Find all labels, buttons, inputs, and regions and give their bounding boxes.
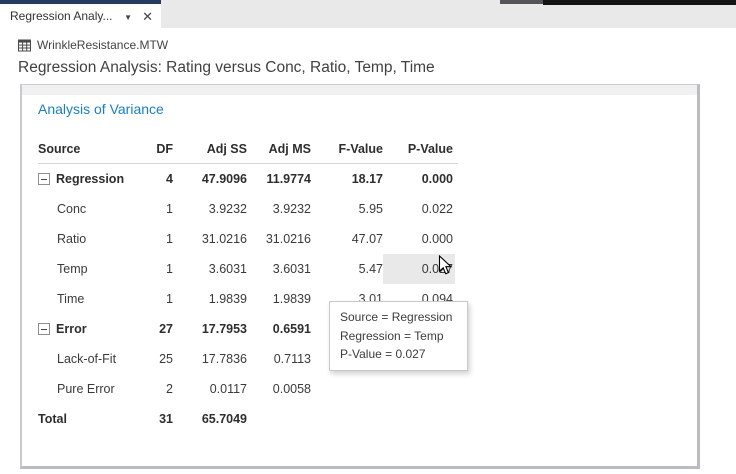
adj-ss-cell[interactable]: 3.9232 (173, 194, 247, 224)
source-cell[interactable]: Temp (38, 262, 138, 276)
window-edge-bar (543, 0, 736, 5)
minitab-output-window: Regression Analy... ▼ ✕ WrinkleResistanc… (0, 0, 736, 474)
source-cell[interactable]: Time (38, 292, 138, 306)
worksheet-grid-icon (18, 39, 31, 52)
previous-section-strip (22, 85, 697, 95)
mouse-cursor-icon (438, 255, 454, 277)
df-cell[interactable]: 1 (138, 194, 173, 224)
adj-ss-cell[interactable]: 17.7836 (173, 344, 247, 374)
col-header-source: Source (38, 142, 138, 156)
tab-dropdown-caret-icon[interactable]: ▼ (124, 13, 132, 22)
col-header-adj-ss: Adj SS (173, 134, 247, 164)
adj-ss-cell[interactable]: 17.7953 (173, 314, 247, 344)
table-row[interactable]: Pure Error 2 0.0117 0.0058 (38, 374, 458, 404)
f-value-cell[interactable]: 5.95 (311, 194, 383, 224)
p-value-cell[interactable]: 0.000 (383, 164, 453, 194)
output-panel: Analysis of Variance Source DF Adj SS Ad… (20, 84, 700, 469)
adj-ss-cell[interactable]: 65.7049 (173, 404, 247, 434)
adj-ss-cell[interactable]: 0.0117 (173, 374, 247, 404)
col-header-df: DF (138, 134, 173, 164)
df-cell[interactable]: 1 (138, 284, 173, 314)
df-cell[interactable]: 2 (138, 374, 173, 404)
tooltip-line-term: Regression = Temp (340, 327, 457, 346)
table-row[interactable]: Total 31 65.7049 (38, 404, 458, 434)
adj-ms-cell[interactable]: 3.9232 (247, 194, 311, 224)
collapse-minus-icon[interactable] (38, 323, 50, 335)
source-label: Pure Error (57, 382, 115, 396)
adj-ms-cell[interactable]: 3.6031 (247, 254, 311, 284)
source-label: Time (57, 292, 84, 306)
f-value-cell[interactable] (311, 404, 383, 434)
source-cell[interactable]: Error (38, 322, 138, 336)
p-value-cell[interactable]: 0.022 (383, 194, 453, 224)
df-cell[interactable]: 1 (138, 224, 173, 254)
source-label: Regression (56, 172, 124, 186)
f-value-cell[interactable]: 47.07 (311, 224, 383, 254)
p-value-cell[interactable] (383, 404, 453, 434)
window-edge-bar-left (500, 0, 543, 4)
source-cell[interactable]: Regression (38, 172, 138, 186)
adj-ss-cell[interactable]: 31.0216 (173, 224, 247, 254)
col-header-f-value: F-Value (311, 134, 383, 164)
tab-strip: Regression Analy... ▼ ✕ (0, 0, 736, 28)
f-value-cell[interactable] (311, 374, 383, 404)
adj-ms-cell[interactable]: 31.0216 (247, 224, 311, 254)
df-cell[interactable]: 4 (138, 164, 173, 194)
collapse-minus-icon[interactable] (38, 173, 50, 185)
anova-header-row: Source DF Adj SS Adj MS F-Value P-Value (38, 134, 458, 164)
table-row[interactable]: Regression 4 47.9096 11.9774 18.17 0.000 (38, 164, 458, 194)
adj-ms-cell[interactable] (247, 404, 311, 434)
source-label: Conc (57, 202, 86, 216)
adj-ms-cell[interactable]: 0.0058 (247, 374, 311, 404)
tab-close-icon[interactable]: ✕ (142, 10, 153, 23)
section-heading[interactable]: Analysis of Variance (38, 101, 164, 117)
df-cell[interactable]: 1 (138, 254, 173, 284)
anova-rows: Regression 4 47.9096 11.9774 18.17 0.000… (38, 164, 458, 434)
adj-ms-cell[interactable]: 0.6591 (247, 314, 311, 344)
adj-ss-cell[interactable]: 3.6031 (173, 254, 247, 284)
adj-ss-cell[interactable]: 1.9839 (173, 284, 247, 314)
worksheet-name: WrinkleResistance.MTW (37, 38, 168, 52)
f-value-cell[interactable]: 18.17 (311, 164, 383, 194)
source-label: Ratio (57, 232, 86, 246)
adj-ms-cell[interactable]: 1.9839 (247, 284, 311, 314)
f-value-cell[interactable]: 5.47 (311, 254, 383, 284)
source-cell[interactable]: Lack-of-Fit (38, 352, 138, 366)
source-cell[interactable]: Ratio (38, 232, 138, 246)
df-cell[interactable]: 25 (138, 344, 173, 374)
source-cell[interactable]: Conc (38, 202, 138, 216)
source-label: Lack-of-Fit (57, 352, 116, 366)
adj-ss-cell[interactable]: 47.9096 (173, 164, 247, 194)
anova-table: Source DF Adj SS Adj MS F-Value P-Value … (38, 134, 458, 434)
page-title: Regression Analysis: Rating versus Conc,… (18, 59, 435, 77)
source-cell[interactable]: Pure Error (38, 382, 138, 396)
df-cell[interactable]: 27 (138, 314, 173, 344)
adj-ms-cell[interactable]: 0.7113 (247, 344, 311, 374)
adj-ms-cell[interactable]: 11.9774 (247, 164, 311, 194)
source-label: Temp (57, 262, 88, 276)
source-cell[interactable]: Total (38, 412, 138, 426)
output-tab[interactable]: Regression Analy... ▼ ✕ (0, 0, 161, 28)
col-header-p-value: P-Value (383, 134, 453, 164)
source-label: Error (56, 322, 87, 336)
tooltip-line-p-value: P-Value = 0.027 (340, 345, 457, 364)
cell-tooltip: Source = Regression Regression = Temp P-… (329, 301, 468, 371)
col-header-adj-ms: Adj MS (247, 134, 311, 164)
table-row[interactable]: Conc 1 3.9232 3.9232 5.95 0.022 (38, 194, 458, 224)
tooltip-line-source: Source = Regression (340, 308, 457, 327)
df-cell[interactable]: 31 (138, 404, 173, 434)
output-tab-label: Regression Analy... (10, 9, 118, 23)
p-value-cell[interactable] (383, 374, 453, 404)
p-value-cell[interactable]: 0.000 (383, 224, 453, 254)
source-label: Total (38, 412, 67, 426)
worksheet-link[interactable]: WrinkleResistance.MTW (18, 38, 168, 52)
table-row[interactable]: Ratio 1 31.0216 31.0216 47.07 0.000 (38, 224, 458, 254)
table-row[interactable]: Temp 1 3.6031 3.6031 5.47 0.027 (38, 254, 458, 284)
